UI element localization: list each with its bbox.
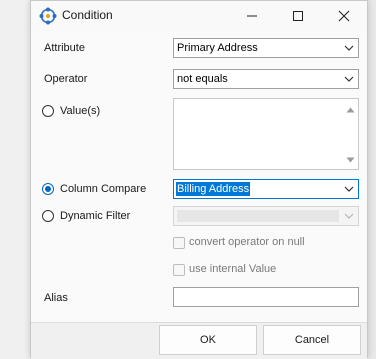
condition-app-icon (39, 7, 57, 25)
convert-operator-label: convert operator on null (189, 236, 305, 248)
chevron-down-icon (344, 186, 354, 192)
window-title: Condition (62, 8, 113, 22)
dynamic-filter-field (177, 210, 339, 222)
ok-button[interactable]: OK (159, 325, 257, 355)
attribute-dropdown[interactable]: Primary Address (173, 38, 359, 58)
dynamic-filter-radio[interactable] (42, 210, 54, 222)
values-radio-label: Value(s) (60, 105, 101, 117)
chevron-down-icon (344, 76, 354, 82)
values-textarea[interactable] (173, 98, 359, 170)
condition-dialog: Condition Attribute Primary Address Oper… (30, 0, 368, 359)
close-button[interactable] (321, 1, 367, 31)
chevron-down-icon (344, 45, 354, 51)
maximize-button[interactable] (275, 1, 321, 31)
use-internal-value-label: use internal Value (189, 263, 277, 275)
minimize-icon (247, 15, 257, 17)
values-radio[interactable] (42, 105, 54, 117)
use-internal-value-checkbox[interactable] (173, 264, 185, 276)
background-panel-edge (368, 0, 376, 359)
dialog-footer: OK Cancel (31, 322, 367, 359)
attribute-label: Attribute (44, 42, 85, 54)
convert-operator-checkbox[interactable] (173, 237, 185, 249)
alias-input[interactable] (173, 287, 359, 307)
attribute-value: Primary Address (177, 42, 258, 54)
title-bar[interactable]: Condition (31, 1, 367, 31)
maximize-icon (293, 11, 303, 21)
column-compare-radio[interactable] (42, 183, 54, 195)
scroll-down-icon[interactable] (346, 157, 355, 163)
dynamic-filter-label: Dynamic Filter (60, 210, 131, 222)
alias-label: Alias (44, 292, 68, 304)
dynamic-filter-dropdown[interactable] (173, 206, 359, 226)
scroll-up-icon[interactable] (346, 107, 355, 113)
column-compare-label: Column Compare (60, 183, 147, 195)
close-icon (338, 10, 350, 22)
operator-label: Operator (44, 73, 88, 85)
cancel-button[interactable]: Cancel (263, 325, 361, 355)
chevron-down-icon (344, 213, 354, 219)
operator-dropdown[interactable]: not equals (173, 69, 359, 89)
column-compare-value: Billing Address (176, 182, 251, 196)
column-compare-dropdown[interactable]: Billing Address (173, 179, 359, 199)
operator-value: not equals (177, 73, 228, 85)
minimize-button[interactable] (229, 1, 275, 31)
